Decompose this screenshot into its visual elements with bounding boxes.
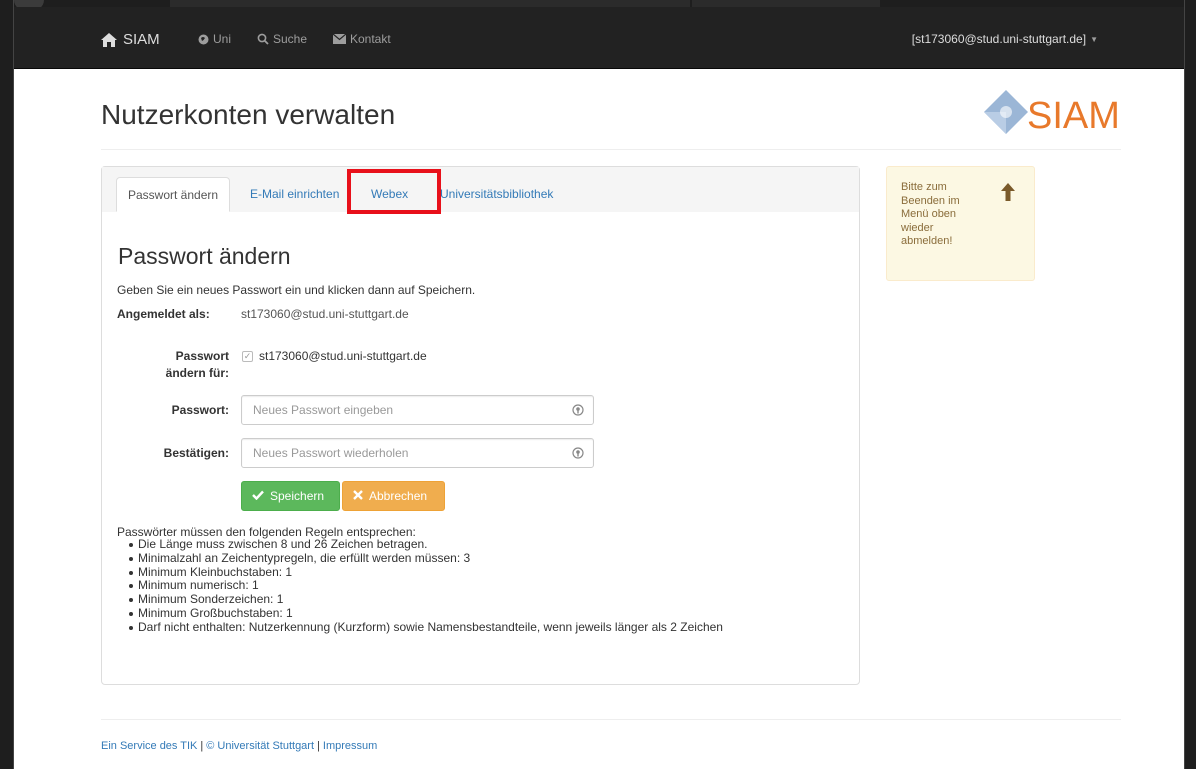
change-for-label: Passwort ändern für: (117, 348, 229, 382)
confirm-label: Bestätigen: (163, 446, 229, 460)
nav-link-label: Uni (213, 32, 232, 46)
footer-link-copyright[interactable]: © Universität Stuttgart (206, 740, 314, 752)
user-menu-label: [st173060@stud.uni-stuttgart.de] (911, 32, 1087, 46)
cancel-button[interactable]: Abbrechen (342, 481, 445, 511)
window-frame-left (0, 0, 14, 769)
password-input[interactable] (242, 396, 542, 424)
form-heading: Passwort ändern (118, 243, 291, 269)
confirm-input[interactable] (242, 439, 542, 467)
nav-link-label: Suche (273, 32, 308, 46)
tab-email-einrichten[interactable]: E-Mail einrichten (239, 177, 350, 212)
close-icon (353, 489, 363, 503)
home-icon (101, 32, 117, 47)
search-icon (257, 33, 269, 45)
tab-passwort-aendern[interactable]: Passwort ändern (116, 177, 231, 212)
nav-link-suche[interactable]: Suche (257, 32, 307, 46)
footer-link-service[interactable]: Ein Service des TIK (101, 740, 197, 752)
logged-in-value: st173060@stud.uni-stuttgart.de (241, 307, 409, 321)
change-for-value: st173060@stud.uni-stuttgart.de (259, 349, 427, 363)
nav-link-uni[interactable]: Uni (198, 32, 231, 46)
webex-highlight-box (347, 169, 441, 214)
save-button-label: Speichern (270, 489, 325, 503)
password-rules-list: Die Länge muss zwischen 8 und 26 Zeichen… (129, 537, 723, 635)
top-navbar: SIAM Uni Suche Kontakt [st173060@stud.un… (14, 7, 1184, 69)
list-item: Minimum Sonderzeichen: 1 (129, 592, 723, 607)
tab-label: E-Mail einrichten (250, 187, 340, 201)
logged-in-label: Angemeldet als: (117, 307, 210, 321)
nav-brand-label: SIAM (123, 31, 160, 48)
password-label: Passwort: (171, 403, 229, 417)
globe-icon (198, 34, 209, 45)
checkbox-checked-icon[interactable]: ✓ (242, 350, 253, 362)
nav-link-kontakt[interactable]: Kontakt (333, 32, 391, 46)
logout-notice: Bitte zum Beenden im Menü oben wieder ab… (886, 166, 1035, 281)
footer-link-impressum[interactable]: Impressum (323, 740, 377, 752)
cancel-button-label: Abbrechen (369, 489, 428, 503)
logout-notice-text: Bitte zum Beenden im Menü oben wieder ab… (901, 181, 960, 247)
confirm-reveal-icon[interactable] (572, 447, 584, 462)
tab-universitaetsbibliothek[interactable]: Universitätsbibliothek (429, 177, 564, 212)
user-menu-dropdown[interactable]: [st173060@stud.uni-stuttgart.de] ▼ (912, 32, 1098, 46)
password-field[interactable] (241, 395, 594, 425)
list-item: Minimalzahl an Zeichentypregeln, die erf… (129, 551, 723, 566)
browser-viewport: SIAM Uni Suche Kontakt [st173060@stud.un… (14, 7, 1184, 769)
list-item: Minimum Kleinbuchstaben: 1 (129, 565, 723, 580)
form-intro-text: Geben Sie ein neues Passwort ein und kli… (117, 283, 476, 297)
check-icon (252, 489, 264, 503)
footer-separator: | (200, 740, 204, 752)
main-panel: Passwort ändern E-Mail einrichten Webex … (101, 166, 860, 685)
tab-label: Universitätsbibliothek (440, 187, 554, 201)
change-for-checkbox[interactable]: ✓ st173060@stud.uni-stuttgart.de (242, 349, 427, 363)
list-item: Minimum numerisch: 1 (129, 579, 723, 593)
password-reveal-icon[interactable] (572, 404, 584, 419)
tab-bar: Passwort ändern E-Mail einrichten Webex … (102, 167, 859, 214)
change-for-label-line1: Passwort (175, 349, 229, 363)
confirm-field[interactable] (241, 438, 594, 468)
page-title: Nutzerkonten verwalten (101, 99, 396, 130)
nav-brand-siam[interactable]: SIAM (101, 31, 160, 48)
tab-label: Passwort ändern (128, 188, 219, 202)
footer-divider (101, 719, 1121, 720)
envelope-icon (333, 34, 346, 44)
list-item: Darf nicht enthalten: Nutzerkennung (Kur… (129, 619, 723, 634)
change-for-label-line2: ändern für: (165, 366, 229, 380)
divider (101, 149, 1121, 150)
siam-logo-text: SIAM (1027, 95, 1120, 137)
window-frame-right (1184, 0, 1196, 769)
nav-link-label: Kontakt (350, 32, 391, 46)
arrow-up-icon (1001, 183, 1015, 204)
caret-down-icon: ▼ (1090, 34, 1098, 44)
footer: Ein Service des TIK | © Universität Stut… (101, 740, 377, 752)
save-button[interactable]: Speichern (241, 481, 340, 511)
list-item: Minimum Großbuchstaben: 1 (129, 606, 723, 621)
footer-separator: | (317, 740, 320, 752)
list-item: Die Länge muss zwischen 8 und 26 Zeichen… (129, 537, 723, 552)
